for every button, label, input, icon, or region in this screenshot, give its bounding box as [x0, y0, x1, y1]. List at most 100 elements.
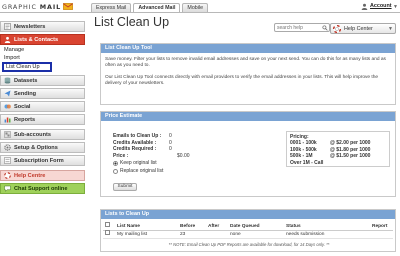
- sidebar-item-label: Chat Support online: [14, 185, 68, 192]
- sidebar-item-newsletters[interactable]: Newsletters: [0, 21, 85, 32]
- tab-express-mail[interactable]: Express Mail: [91, 3, 132, 12]
- user-icon: [361, 3, 368, 10]
- contacts-icon: [4, 36, 11, 43]
- submit-button[interactable]: Submit: [113, 183, 137, 191]
- before-count-cell: 23: [180, 231, 186, 237]
- sidebar-item-label: Datasets: [14, 77, 38, 84]
- radio-button[interactable]: [113, 168, 118, 174]
- database-icon: [4, 77, 11, 84]
- app-logo[interactable]: GRAPHIC MAIL: [2, 2, 74, 11]
- estimate-value: $0.00: [177, 152, 190, 159]
- lists-table: List Name Before After Date Queued Statu…: [103, 222, 393, 239]
- column-header: Status: [286, 223, 301, 229]
- lifebuoy-icon: [4, 172, 11, 179]
- sidebar-subitem-import[interactable]: Import: [0, 54, 85, 62]
- gear-icon: [4, 144, 11, 151]
- help-center-label: Help Center: [344, 25, 373, 32]
- pricing-range: 500k - 1M: [290, 153, 313, 160]
- newsletter-icon: [4, 23, 11, 30]
- sidebar-item-subscription-form[interactable]: Subscription Form: [0, 155, 85, 166]
- table-row: My mailing list 23 none needs submission: [103, 230, 393, 239]
- bar-chart-icon: [4, 117, 11, 123]
- list-name-cell[interactable]: My mailing list: [115, 231, 178, 239]
- clean-up-tool-panel: List Clean Up Tool Save money. Filter yo…: [100, 43, 396, 105]
- sidebar-item-label: Social: [14, 103, 31, 110]
- logo-text-mail: MAIL: [39, 2, 62, 11]
- tool-description-1: Save money. Filter your lists to remove …: [105, 57, 386, 69]
- page-title: List Clean Up: [94, 15, 170, 29]
- sidebar-item-setup-options[interactable]: Setup & Options: [0, 142, 85, 153]
- chevron-down-icon: ▼: [388, 25, 393, 32]
- date-queued-cell: none: [230, 231, 241, 237]
- lists-to-clean-up-panel: Lists to Clean Up List Name Before After…: [100, 209, 396, 252]
- sidebar-item-label: Sending: [14, 90, 37, 97]
- sidebar-item-help-centre[interactable]: Help Centre: [0, 170, 85, 181]
- sidebar-item-label: Reports: [14, 116, 36, 123]
- product-tabs: Express Mail Advanced Mail Mobile: [91, 3, 209, 12]
- estimate-value: 0: [169, 133, 172, 139]
- sidebar-item-label: Setup & Options: [14, 144, 58, 151]
- estimate-row: Price : $0.00: [113, 153, 199, 160]
- lifebuoy-icon: [333, 24, 341, 33]
- account-link[interactable]: Account: [370, 3, 392, 9]
- row-checkbox[interactable]: [105, 230, 110, 235]
- chevron-down-icon[interactable]: ▼: [393, 4, 398, 10]
- search-icon[interactable]: [322, 25, 328, 31]
- status-cell: needs submission: [286, 231, 325, 237]
- estimate-row: Credits Available : 0: [113, 140, 199, 147]
- estimate-label: Price :: [113, 152, 129, 159]
- estimate-label: Credits Required :: [113, 146, 157, 153]
- estimate-value: 0: [169, 146, 172, 153]
- form-icon: [4, 157, 11, 164]
- sidebar-item-label: Newsletters: [14, 23, 46, 30]
- header-divider: [0, 12, 400, 13]
- sidebar-item-sub-accounts[interactable]: Sub-accounts: [0, 129, 85, 140]
- estimate-label: Emails to Clean Up :: [113, 133, 162, 139]
- column-header: After: [208, 223, 220, 229]
- pricing-box: Pricing: 0001 - 100k @ $2.00 per 1000 100…: [286, 131, 390, 167]
- sidebar-item-lists-contacts[interactable]: Lists & Contacts: [0, 34, 85, 45]
- estimate-row: Emails to Clean Up : 0: [113, 133, 199, 140]
- column-header: List Name: [117, 223, 140, 229]
- sidebar-item-sending[interactable]: Sending: [0, 88, 85, 99]
- select-all-checkbox[interactable]: [105, 222, 110, 227]
- panel-title: Lists to Clean Up: [101, 210, 395, 219]
- radio-keep-original[interactable]: Keep original list: [113, 160, 199, 167]
- column-header: Report: [372, 223, 388, 229]
- search-input[interactable]: [277, 24, 321, 31]
- estimate-value: 0: [169, 139, 172, 146]
- sidebar-item-datasets[interactable]: Datasets: [0, 75, 85, 86]
- sidebar-item-label: Subscription Form: [14, 157, 64, 164]
- tab-mobile[interactable]: Mobile: [182, 3, 209, 12]
- radio-replace-original[interactable]: Replace original list: [113, 168, 199, 175]
- radio-button[interactable]: [113, 161, 118, 167]
- social-icon: [4, 104, 11, 109]
- panel-title: Price Estimate: [101, 112, 395, 121]
- reports-note: ** NOTE: Email Clean Up PDF Reports are …: [168, 242, 330, 247]
- help-center-button[interactable]: Help Center ▼: [330, 23, 396, 34]
- pricing-rate: @ $1.50 per 1000: [330, 153, 371, 160]
- radio-label: Replace original list: [120, 167, 164, 174]
- estimate-label: Credits Available :: [113, 139, 157, 146]
- tool-description-2: Our List Clean Up Tool connects directly…: [105, 74, 379, 86]
- logo-text-graphic: GRAPHIC: [2, 2, 37, 11]
- sub-accounts-icon: [4, 131, 11, 138]
- sidebar-item-label: Sub-accounts: [14, 131, 51, 138]
- sidebar: Newsletters Lists & Contacts Manage Impo…: [0, 21, 85, 196]
- sidebar-item-label: Lists & Contacts: [14, 36, 59, 43]
- sidebar-subitem-list-clean-up[interactable]: List Clean Up: [2, 62, 52, 72]
- sidebar-subitem-manage[interactable]: Manage: [0, 46, 85, 54]
- chat-icon: [4, 185, 11, 192]
- column-header: Date Queued: [230, 223, 260, 229]
- radio-label: Keep original list: [120, 160, 157, 167]
- pricing-over: Over 1M - Call: [290, 159, 324, 166]
- panel-title: List Clean Up Tool: [101, 44, 395, 53]
- tab-advanced-mail[interactable]: Advanced Mail: [133, 3, 181, 12]
- price-estimate-panel: Price Estimate Emails to Clean Up : 0 Cre…: [100, 111, 396, 197]
- estimate-values: Emails to Clean Up : 0 Credits Available …: [113, 133, 199, 175]
- search-box: [274, 23, 330, 32]
- sidebar-item-reports[interactable]: Reports: [0, 114, 85, 125]
- sidebar-item-label: Help Centre: [14, 172, 46, 179]
- sidebar-item-social[interactable]: Social: [0, 101, 85, 112]
- sidebar-item-chat-support[interactable]: Chat Support online: [0, 183, 85, 194]
